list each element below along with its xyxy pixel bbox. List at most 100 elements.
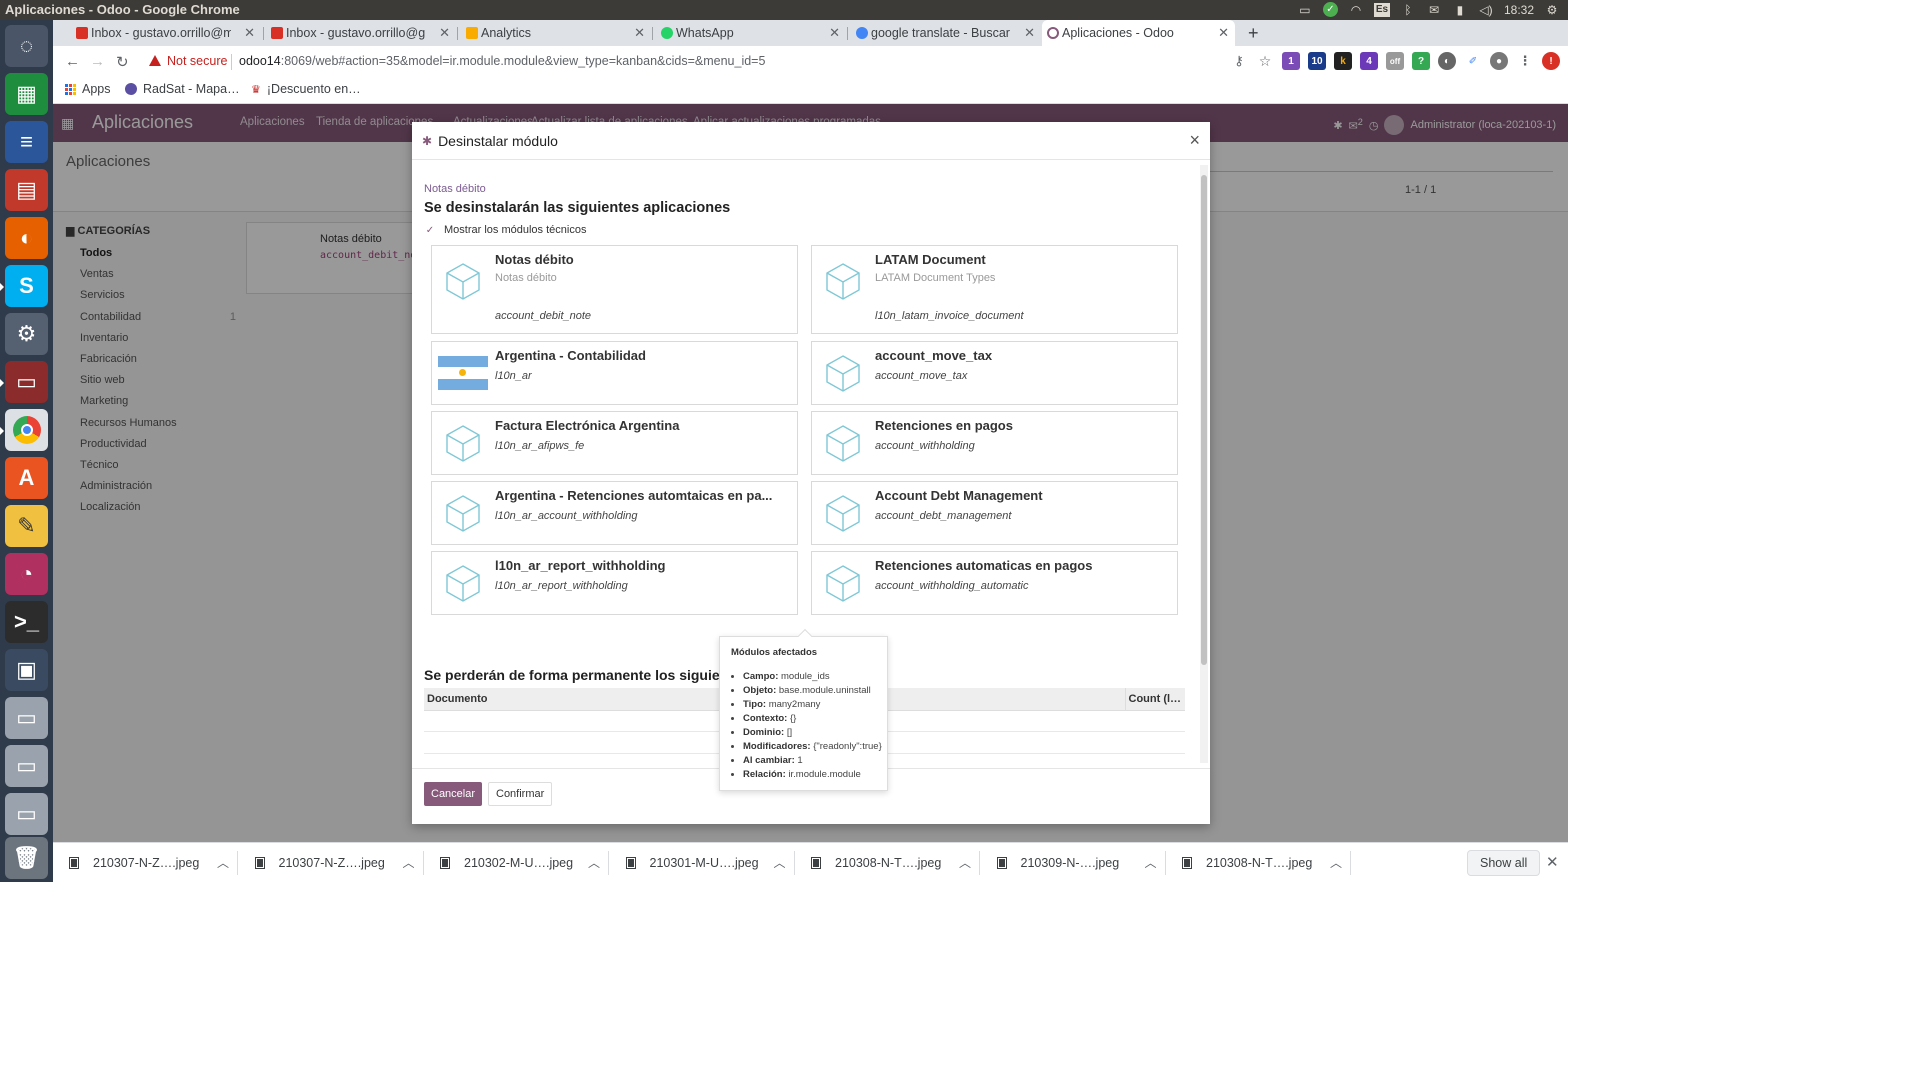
chevron-up-icon[interactable]: ︿: [217, 854, 229, 871]
text-editor-icon[interactable]: ✎: [5, 505, 48, 547]
module-card[interactable]: Factura Electrónica Argentina l10n_ar_afi…: [431, 411, 798, 475]
settings-tools-icon[interactable]: ⚙: [5, 313, 48, 355]
browser-menu-icon[interactable]: ⋮: [1516, 52, 1534, 70]
close-tab-icon[interactable]: ✕: [634, 25, 645, 41]
browser-tab[interactable]: WhatsApp ✕: [656, 20, 846, 46]
download-item[interactable]: 210301-M-U….jpeg ︿: [610, 843, 795, 883]
extension-icon[interactable]: off: [1386, 52, 1404, 70]
skype-icon[interactable]: S: [0, 265, 48, 307]
close-tab-icon[interactable]: ✕: [1218, 25, 1229, 41]
mail-icon[interactable]: ✉: [1426, 3, 1442, 17]
trash-icon[interactable]: 🗑: [5, 837, 48, 879]
chevron-up-icon[interactable]: ︿: [1330, 854, 1342, 871]
debug-bug-icon[interactable]: ✱: [422, 134, 432, 148]
impress-app-icon[interactable]: ▤: [5, 169, 48, 211]
browser-tab[interactable]: Inbox - gustavo.orrillo@m ✕: [71, 20, 261, 46]
module-card[interactable]: Retenciones en pagos account_withholding: [811, 411, 1178, 475]
tab-label: Aplicaciones - Odoo: [1062, 26, 1174, 40]
bluetooth-icon[interactable]: ᛒ: [1400, 3, 1416, 17]
chevron-up-icon[interactable]: ︿: [588, 854, 600, 871]
dash-home-icon[interactable]: ◌: [5, 25, 48, 67]
cancel-button[interactable]: Cancelar: [424, 782, 483, 806]
close-tab-icon[interactable]: ✕: [829, 25, 840, 41]
chevron-up-icon[interactable]: ︿: [1145, 854, 1157, 871]
checkbox-icon[interactable]: ✓: [424, 224, 436, 236]
archive-manager-icon[interactable]: ▭: [0, 361, 48, 403]
chevron-up-icon[interactable]: ︿: [403, 854, 415, 871]
download-item[interactable]: 210308-N-T….jpeg ︿: [795, 843, 980, 883]
battery-icon[interactable]: ▮: [1452, 3, 1468, 17]
disk-usage-icon[interactable]: ◔: [5, 553, 48, 595]
download-item[interactable]: 210308-N-T….jpeg ︿: [1166, 843, 1351, 883]
extension-icon[interactable]: 4: [1360, 52, 1378, 70]
extension-icon[interactable]: 1: [1282, 52, 1300, 70]
firefox-icon[interactable]: ◐: [5, 217, 48, 259]
keyboard-layout-indicator[interactable]: Es: [1373, 2, 1390, 17]
extension-icon[interactable]: 10: [1308, 52, 1326, 70]
column-header-count[interactable]: Count (l…: [1124, 688, 1185, 711]
extension-icon[interactable]: ✐: [1464, 52, 1482, 70]
browser-tab[interactable]: google translate - Buscar ✕: [851, 20, 1041, 46]
module-card[interactable]: Argentina - Retenciones automtaicas en p…: [431, 481, 798, 545]
extension-icon[interactable]: ?: [1412, 52, 1430, 70]
address-bar[interactable]: odoo14:8069/web#action=35&model=ir.modul…: [239, 54, 765, 68]
extension-icon[interactable]: k: [1334, 52, 1352, 70]
bookmark-apps[interactable]: Apps: [65, 82, 111, 96]
volume-icon[interactable]: ◁): [1478, 3, 1494, 17]
drive-icon[interactable]: ▭: [5, 745, 48, 787]
dropbox-icon[interactable]: ▭: [1297, 3, 1313, 17]
reload-icon[interactable]: ↻: [116, 53, 129, 71]
extension-icon[interactable]: ◐: [1438, 52, 1456, 70]
dialog-scrollbar[interactable]: [1200, 165, 1208, 763]
chevron-up-icon[interactable]: ︿: [774, 854, 786, 871]
download-item[interactable]: 210307-N-Z….jpeg ︿: [239, 843, 424, 883]
download-filename: 210309-N-….jpeg: [1020, 856, 1120, 870]
bookmark-radsat[interactable]: RadSat - Mapa…: [125, 82, 240, 96]
key-icon[interactable]: ⚷: [1230, 52, 1248, 70]
writer-app-icon[interactable]: ≡: [5, 121, 48, 163]
download-item[interactable]: 210307-N-Z….jpeg ︿: [53, 843, 238, 883]
bookmark-star-icon[interactable]: ☆: [1256, 52, 1274, 70]
chrome-icon[interactable]: [0, 409, 48, 451]
confirm-button[interactable]: Confirmar: [488, 782, 553, 806]
bookmark-descuento[interactable]: ♛ ¡Descuento en…: [251, 82, 361, 96]
power-gear-icon[interactable]: ⚙: [1544, 3, 1560, 17]
close-icon[interactable]: ✕: [1546, 853, 1559, 871]
show-all-downloads-button[interactable]: Show all: [1467, 850, 1541, 876]
module-card[interactable]: l10n_ar_report_withholding l10n_ar_report…: [431, 551, 798, 615]
close-icon[interactable]: ×: [1189, 130, 1200, 151]
browser-tab-active[interactable]: Aplicaciones - Odoo ✕: [1042, 20, 1235, 46]
browser-tab[interactable]: Inbox - gustavo.orrillo@g ✕: [266, 20, 456, 46]
module-card[interactable]: Account Debt Management account_debt_mana…: [811, 481, 1178, 545]
forward-icon[interactable]: →: [90, 53, 105, 70]
browser-tab[interactable]: Analytics ✕: [461, 20, 651, 46]
module-card[interactable]: account_move_tax account_move_tax: [811, 341, 1178, 405]
security-indicator[interactable]: Not secure: [149, 54, 227, 68]
profile-avatar[interactable]: ●: [1490, 52, 1508, 70]
tab-label: Analytics: [481, 26, 532, 40]
drive-icon[interactable]: ▭: [5, 793, 48, 835]
update-alert-icon[interactable]: !: [1542, 52, 1560, 70]
close-tab-icon[interactable]: ✕: [1024, 25, 1035, 41]
new-tab-button[interactable]: +: [1248, 23, 1259, 44]
close-tab-icon[interactable]: ✕: [439, 25, 450, 41]
module-link[interactable]: Notas débito: [424, 183, 486, 195]
download-item[interactable]: 210302-M-U….jpeg ︿: [424, 843, 609, 883]
terminal-icon[interactable]: >_: [5, 601, 48, 643]
wifi-icon[interactable]: ◠: [1348, 3, 1364, 17]
software-center-icon[interactable]: A: [5, 457, 48, 499]
workspace-switcher-icon[interactable]: ▣: [5, 649, 48, 691]
close-tab-icon[interactable]: ✕: [244, 25, 255, 41]
download-item[interactable]: 210309-N-….jpeg ︿: [981, 843, 1166, 883]
spreadsheet-app-icon[interactable]: ▦: [5, 73, 48, 115]
sync-ok-icon[interactable]: ✓: [1322, 2, 1338, 17]
chevron-up-icon[interactable]: ︿: [959, 854, 971, 871]
module-card[interactable]: Notas débito Notas débito account_debit_no…: [431, 245, 798, 334]
back-icon[interactable]: ←: [65, 53, 80, 70]
module-card[interactable]: LATAM Document LATAM Document Types l10n_l…: [811, 245, 1178, 334]
module-card[interactable]: Argentina - Contabilidad l10n_ar: [431, 341, 798, 405]
module-card[interactable]: Retenciones automaticas en pagos account_…: [811, 551, 1178, 615]
drive-icon[interactable]: ▭: [5, 697, 48, 739]
clock[interactable]: 18:32: [1504, 3, 1534, 17]
show-technical-checkbox[interactable]: ✓ Mostrar los módulos técnicos: [424, 224, 587, 236]
